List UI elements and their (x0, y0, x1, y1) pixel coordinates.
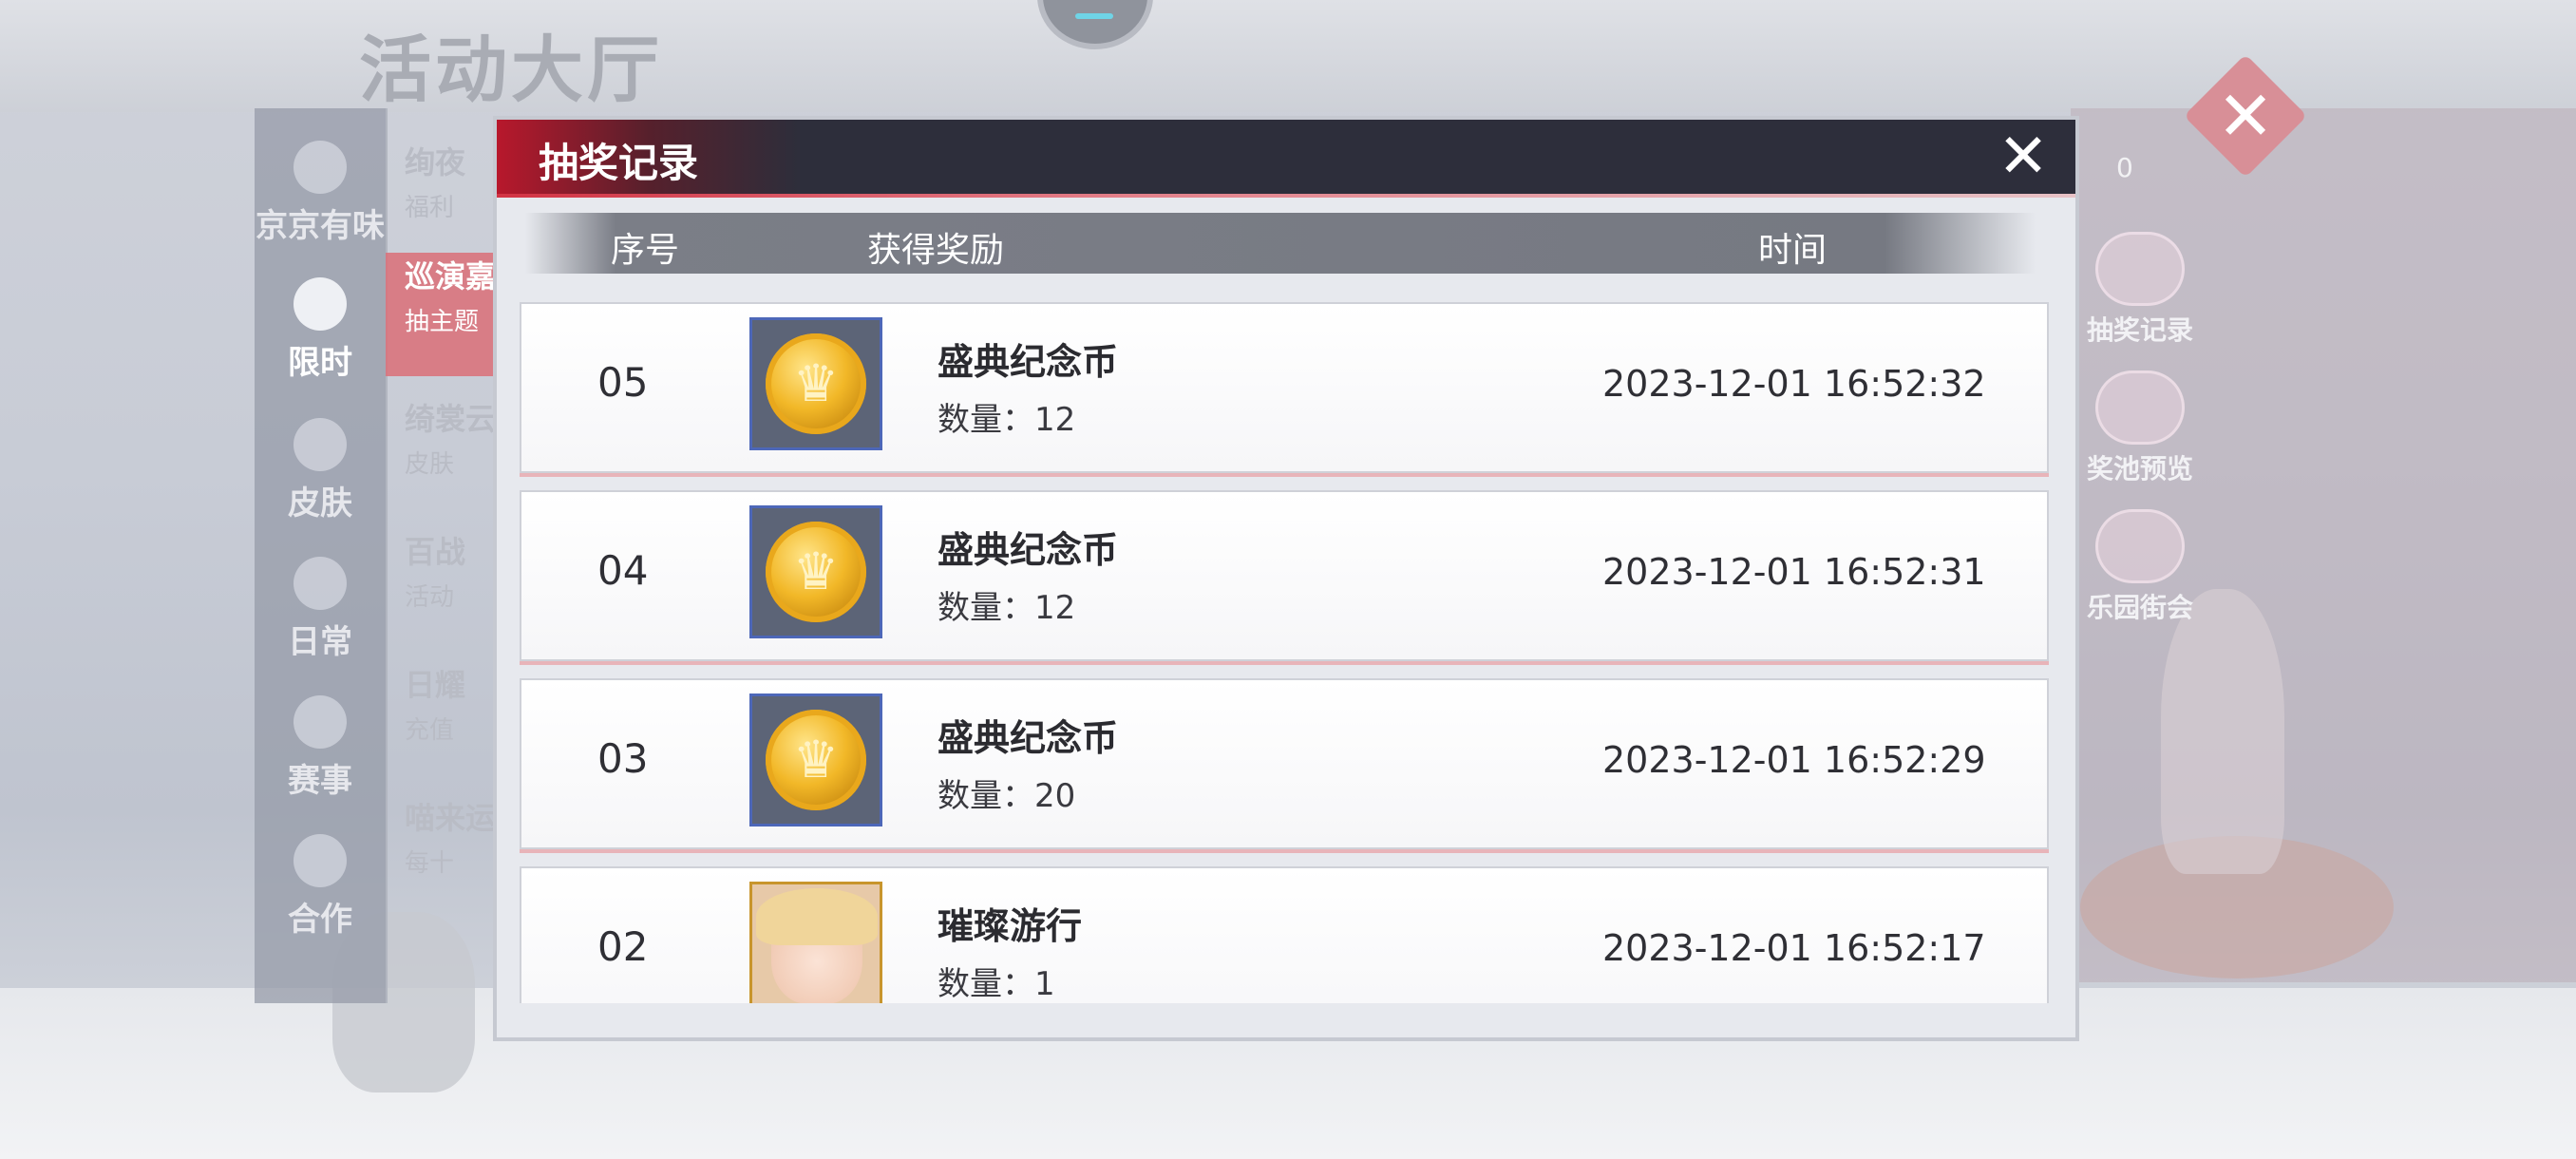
table-row: 05 ♛ 盛典纪念币 数量：12 2023-12-01 16:52:32 (520, 302, 2049, 473)
sidebar-item-label: 京京有味 (256, 207, 385, 245)
reward-icon[interactable] (749, 882, 882, 1003)
record-list[interactable]: 05 ♛ 盛典纪念币 数量：12 2023-12-01 16:52:32 04 … (520, 302, 2049, 1003)
row-index: 05 (597, 359, 649, 406)
list-scrollbar[interactable] (2049, 302, 2053, 1003)
table-row: 02 璀璨游行 数量：1 2023-12-01 16:52:17 (520, 866, 2049, 1003)
reward-name: 盛典纪念币 (938, 717, 1119, 759)
table-row: 03 ♛ 盛典纪念币 数量：20 2023-12-01 16:52:29 (520, 678, 2049, 849)
reward-quantity: 数量：1 (938, 965, 1055, 1003)
reward-quantity: 数量：12 (938, 401, 1076, 439)
reward-time: 2023-12-01 16:52:29 (1602, 739, 1986, 781)
draw-record-dialog: 抽奖记录 ✕ 序号 获得奖励 时间 05 ♛ 盛典纪念币 数量：12 2023-… (497, 120, 2075, 1037)
gift-box-icon (2095, 232, 2185, 306)
handshake-icon (294, 834, 347, 887)
dialog-title: 抽奖记录 (539, 140, 699, 186)
portrait-hair (756, 888, 878, 945)
sidebar-item-daily[interactable]: 日常 (255, 557, 386, 662)
reward-name: 盛典纪念币 (938, 529, 1119, 571)
table-row: 04 ♛ 盛典纪念币 数量：12 2023-12-01 16:52:31 (520, 490, 2049, 661)
sidebar-item-limited[interactable]: 限时 (255, 277, 386, 383)
reward-name: 璀璨游行 (938, 905, 1083, 947)
list-icon (2095, 370, 2185, 445)
clock-icon (294, 277, 347, 331)
reward-time: 2023-12-01 16:52:32 (1602, 363, 1986, 405)
table-header: 序号 获得奖励 时间 (525, 213, 2036, 274)
sidebar-item-cooperation[interactable]: 合作 (255, 834, 386, 940)
reward-icon[interactable]: ♛ (749, 505, 882, 638)
carnival-button[interactable]: 乐园街会 (2078, 509, 2202, 625)
reward-name: 盛典纪念币 (938, 341, 1119, 383)
reward-time: 2023-12-01 16:52:17 (1602, 927, 1986, 969)
counter: 0 (2116, 152, 2133, 183)
coin-icon: ♛ (766, 522, 866, 622)
coin-icon: ♛ (766, 333, 866, 434)
sidebar-item-label: 限时 (288, 344, 352, 382)
sidebar-item-skin[interactable]: 皮肤 (255, 418, 386, 523)
reward-icon[interactable]: ♛ (749, 694, 882, 826)
column-index: 序号 (611, 231, 680, 270)
sidebar-item-events[interactable]: 赛事 (255, 695, 386, 801)
close-button[interactable]: ✕ (1992, 125, 2055, 188)
sidebar-item-jingjing[interactable]: 京京有味 (255, 141, 386, 246)
gift-icon (294, 557, 347, 610)
category-sidebar: 京京有味 限时 皮肤 日常 赛事 合作 (255, 108, 388, 1003)
column-reward: 获得奖励 (867, 231, 1005, 270)
close-icon: ✕ (2216, 76, 2275, 156)
sidebar-item-label: 合作 (288, 901, 352, 939)
shop-icon (2095, 509, 2185, 583)
chef-hat-icon (294, 141, 347, 194)
dialog-header: 抽奖记录 ✕ (497, 120, 2075, 198)
bow-icon (294, 418, 347, 471)
row-index: 02 (597, 923, 649, 970)
row-index: 04 (597, 547, 649, 594)
lobby-close-button[interactable]: ✕ (2183, 53, 2308, 179)
row-index: 03 (597, 735, 649, 782)
sidebar-item-label: 赛事 (288, 762, 352, 800)
reward-icon[interactable]: ♛ (749, 317, 882, 450)
close-icon: ✕ (1998, 122, 2049, 192)
reward-quantity: 数量：12 (938, 589, 1076, 627)
trophy-icon (294, 695, 347, 749)
draw-record-button[interactable]: 抽奖记录 (2078, 232, 2202, 348)
column-time: 时间 (1758, 231, 1828, 270)
reward-quantity: 数量：20 (938, 777, 1076, 815)
sidebar-item-label: 皮肤 (288, 484, 352, 522)
reward-time: 2023-12-01 16:52:31 (1602, 551, 1986, 593)
sidebar-item-label: 日常 (288, 623, 352, 661)
rabbit-mascot (2161, 589, 2284, 874)
page-title: 活动大厅 (359, 28, 663, 112)
prize-pool-button[interactable]: 奖池预览 (2078, 370, 2202, 486)
coin-icon: ♛ (766, 710, 866, 810)
